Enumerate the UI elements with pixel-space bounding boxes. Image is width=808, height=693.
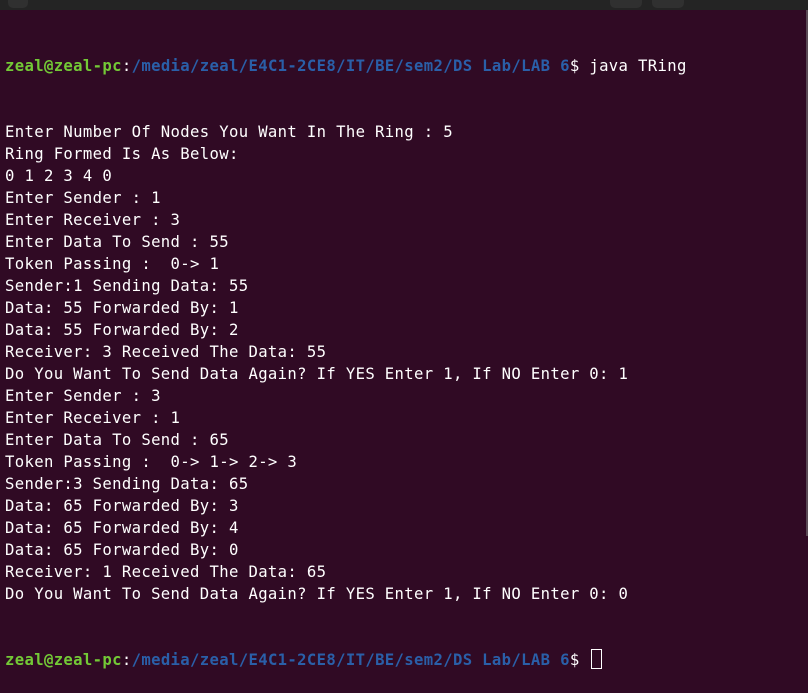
terminal-output[interactable]: zeal@zeal-pc:/media/zeal/E4C1-2CE8/IT/BE… xyxy=(5,11,804,693)
hamburger-menu-button[interactable] xyxy=(652,0,684,8)
command-text: java TRing xyxy=(589,57,687,75)
output-line: Receiver: 3 Received The Data: 55 xyxy=(5,343,327,361)
output-line: Do You Want To Send Data Again? If YES E… xyxy=(5,365,629,383)
output-line: Sender:1 Sending Data: 55 xyxy=(5,277,249,295)
output-line: Token Passing : 0-> 1 xyxy=(5,255,220,273)
output-line: Sender:3 Sending Data: 65 xyxy=(5,475,249,493)
output-line: Enter Data To Send : 55 xyxy=(5,233,229,251)
window-title-bar xyxy=(0,0,808,10)
text-cursor xyxy=(591,649,603,669)
output-line: Enter Receiver : 3 xyxy=(5,211,181,229)
search-button[interactable] xyxy=(610,0,642,8)
prompt-path: /media/zeal/E4C1-2CE8/IT/BE/sem2/DS Lab/… xyxy=(131,57,570,75)
output-line: Enter Receiver : 1 xyxy=(5,409,181,427)
active-prompt-line[interactable]: zeal@zeal-pc:/media/zeal/E4C1-2CE8/IT/BE… xyxy=(5,649,804,671)
prompt-user-host: zeal@zeal-pc xyxy=(5,57,122,75)
command-prompt-line: zeal@zeal-pc:/media/zeal/E4C1-2CE8/IT/BE… xyxy=(5,55,804,77)
output-line: Enter Sender : 3 xyxy=(5,387,161,405)
output-line: Data: 55 Forwarded By: 2 xyxy=(5,321,239,339)
menu-button[interactable] xyxy=(8,0,28,8)
prompt-path: /media/zeal/E4C1-2CE8/IT/BE/sem2/DS Lab/… xyxy=(131,651,570,669)
output-line: Do You Want To Send Data Again? If YES E… xyxy=(5,585,629,603)
output-line: Ring Formed Is As Below: xyxy=(5,145,239,163)
output-line: 0 1 2 3 4 0 xyxy=(5,167,113,185)
output-line: Data: 65 Forwarded By: 3 xyxy=(5,497,239,515)
output-line: Receiver: 1 Received The Data: 65 xyxy=(5,563,327,581)
output-line: Enter Data To Send : 65 xyxy=(5,431,229,449)
prompt-symbol: $ xyxy=(569,651,590,669)
prompt-separator: : xyxy=(121,651,132,669)
output-line: Token Passing : 0-> 1-> 2-> 3 xyxy=(5,453,298,471)
output-line: Enter Number Of Nodes You Want In The Ri… xyxy=(5,123,453,141)
output-line: Enter Sender : 1 xyxy=(5,189,161,207)
prompt-symbol: $ xyxy=(569,57,590,75)
prompt-user-host: zeal@zeal-pc xyxy=(5,651,122,669)
output-line: Data: 65 Forwarded By: 0 xyxy=(5,541,239,559)
prompt-separator: : xyxy=(121,57,132,75)
output-line: Data: 55 Forwarded By: 1 xyxy=(5,299,239,317)
